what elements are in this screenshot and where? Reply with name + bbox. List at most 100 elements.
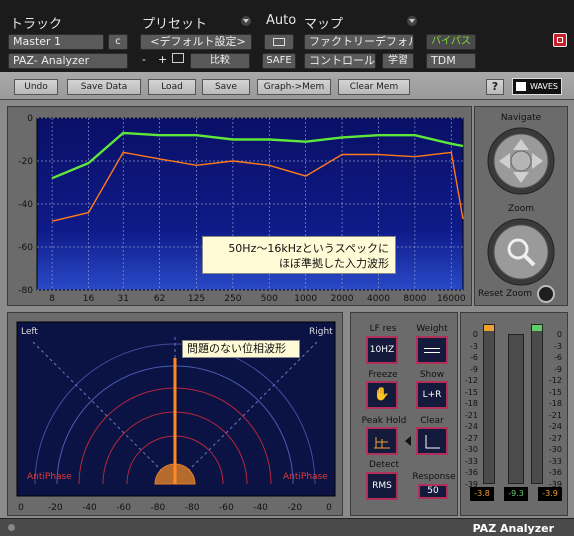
x-tick-label: 16000 — [437, 294, 466, 304]
x-tick-label: 16 — [83, 294, 95, 304]
close-icon — [557, 37, 563, 43]
lf-res-button[interactable]: 10HZ — [366, 336, 398, 364]
clear-arrow-icon — [405, 436, 411, 446]
undo-button[interactable]: Undo — [14, 79, 58, 95]
show-button[interactable]: L+R — [416, 381, 448, 409]
antiphase-left-label: AntiPhase — [27, 472, 72, 482]
frequency-graph[interactable]: 0 -20 -40 -60 -80 8 16 31 62 125 250 500 1000 2000 40… — [7, 106, 472, 306]
annotation-line-2: ほぼ準拠した入力波形 — [279, 257, 389, 270]
meter-scale-tick: 0 — [556, 330, 562, 339]
y-tick-label: -20 — [18, 157, 33, 167]
close-window-button[interactable] — [553, 33, 567, 47]
peak-hold-button[interactable] — [366, 427, 398, 455]
save-data-button[interactable]: Save Data — [67, 79, 141, 95]
map-menu-icon[interactable] — [407, 16, 417, 26]
lf-res-label: LF res — [369, 324, 397, 334]
format-selector[interactable]: TDM — [426, 53, 476, 69]
clear-mem-button[interactable]: Clear Mem — [338, 79, 410, 95]
safe-button[interactable]: SAFE — [262, 53, 296, 69]
meter-scale-tick: -3 — [554, 341, 562, 351]
window-icon — [273, 38, 285, 46]
plugin-name: PAZ Analyzer — [472, 522, 554, 535]
meter-scale-tick: -15 — [464, 387, 478, 397]
insert-window-header: トラック プリセット Auto マップ Master 1 c PAZ- Anal… — [0, 0, 574, 72]
meter-scale-tick: -9 — [554, 364, 562, 374]
meter-right-readout: -3.9 — [538, 487, 562, 501]
weight-button[interactable] — [416, 336, 448, 364]
navigate-control[interactable] — [486, 126, 556, 196]
zoom-title: Zoom — [508, 204, 534, 214]
y-tick-label: 0 — [27, 114, 33, 124]
meter-scale-tick: -36 — [464, 468, 478, 477]
meter-scale-tick: -27 — [548, 433, 562, 443]
waves-toolbar: Undo Save Data Load Save Graph->Mem Clea… — [0, 72, 574, 100]
copy-icon[interactable] — [172, 53, 184, 63]
freeze-label: Freeze — [368, 370, 398, 380]
x-tick-label: 4000 — [367, 294, 390, 304]
meter-scale-tick: -6 — [470, 353, 478, 362]
x-tick-label: 250 — [224, 294, 241, 304]
waves-logo-icon — [516, 82, 526, 91]
phase-x-tick: -40 — [253, 503, 268, 513]
control-selector[interactable]: コントロール — [304, 53, 376, 69]
track-selector[interactable]: Master 1 — [8, 34, 104, 50]
meter-scale-tick: -12 — [548, 376, 562, 385]
plugin-footer: PAZ Analyzer — [0, 518, 574, 536]
meter-sum-readout: -9.3 — [504, 487, 528, 501]
detect-button[interactable]: RMS — [366, 472, 398, 500]
phase-right-label: Right — [309, 327, 333, 337]
meter-sum — [508, 334, 524, 484]
show-label: Show — [419, 370, 445, 380]
waves-logo: WAVES — [512, 78, 562, 95]
clear-button[interactable] — [416, 427, 448, 455]
meter-right — [531, 324, 543, 484]
meter-scale-tick: -18 — [548, 399, 562, 408]
graph-to-mem-button[interactable]: Graph->Mem — [257, 79, 331, 95]
weight-flat-icon — [424, 348, 440, 353]
phase-x-tick: -80 — [185, 503, 200, 513]
compare-button[interactable]: 比較 — [190, 53, 250, 69]
detect-label: Detect — [368, 460, 399, 470]
meter-scale-tick: -27 — [464, 433, 478, 443]
meter-scale-tick: 0 — [472, 330, 478, 339]
map-selector[interactable]: ファクトリーデフォルト — [304, 34, 414, 50]
meter-scale-tick: -3 — [470, 341, 478, 351]
preset-plus-button[interactable]: + — [158, 53, 167, 66]
preset-selector[interactable]: <デフォルト設定> — [140, 34, 252, 50]
x-tick-label: 2000 — [331, 294, 354, 304]
meter-scale-tick: -21 — [548, 410, 562, 420]
preset-title: プリセット — [142, 17, 208, 32]
meter-left-readout: -3.8 — [470, 487, 494, 501]
reset-zoom-label: Reset Zoom — [478, 289, 532, 299]
response-field[interactable]: 50 — [418, 484, 448, 499]
meter-left — [483, 324, 495, 484]
meter-scale-tick: -33 — [464, 456, 478, 466]
load-button[interactable]: Load — [148, 79, 196, 95]
meter-scale-tick: -9 — [470, 364, 478, 374]
zoom-control[interactable] — [486, 217, 556, 287]
phase-x-tick: -60 — [116, 503, 131, 513]
save-button[interactable]: Save — [202, 79, 250, 95]
auto-window-button[interactable] — [264, 34, 294, 50]
phase-x-tick: -20 — [48, 503, 63, 513]
preset-menu-icon[interactable] — [241, 16, 251, 26]
reset-zoom-button[interactable] — [537, 285, 555, 303]
meter-scale-tick: -15 — [548, 387, 562, 397]
help-button[interactable]: ? — [486, 79, 504, 95]
insert-selector[interactable]: PAZ- Analyzer — [8, 53, 128, 69]
freeze-button[interactable]: ✋ — [366, 381, 398, 409]
meter-scale-tick: -12 — [464, 376, 478, 385]
preset-minus-button[interactable]: - — [142, 53, 146, 66]
x-tick-label: 500 — [261, 294, 278, 304]
phase-x-tick: -80 — [151, 503, 166, 513]
learn-button[interactable]: 学習 — [382, 53, 414, 69]
bypass-button[interactable]: バイパス — [426, 34, 476, 50]
channel-selector[interactable]: c — [108, 34, 128, 50]
peak-hold-icon — [374, 437, 390, 449]
meter-scale-tick: -21 — [464, 410, 478, 420]
phase-x-tick: 0 — [18, 503, 24, 513]
phase-x-tick: -60 — [219, 503, 234, 513]
map-title: マップ — [304, 17, 344, 32]
x-tick-label: 8000 — [403, 294, 426, 304]
x-tick-label: 31 — [118, 294, 129, 304]
